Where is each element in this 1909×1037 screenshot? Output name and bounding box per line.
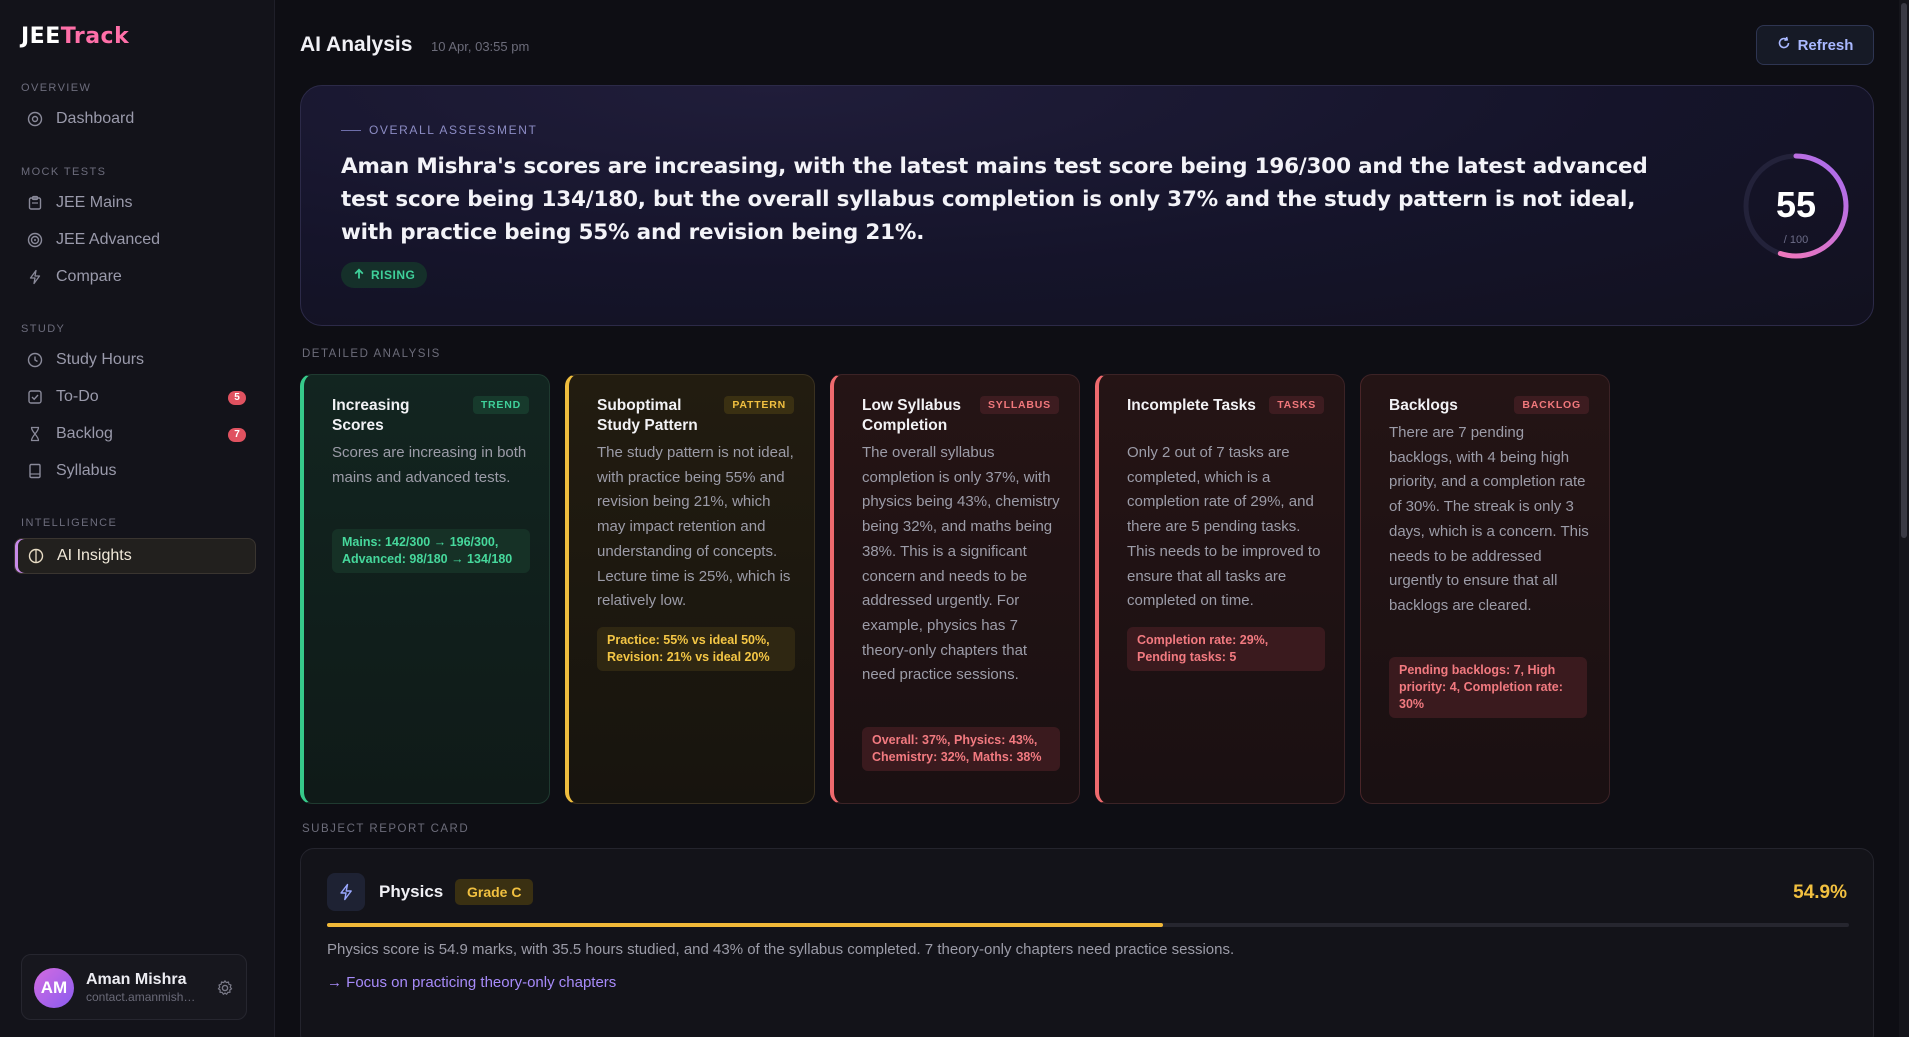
label-rule <box>341 129 361 131</box>
section-label-intelligence: INTELLIGENCE <box>21 517 118 529</box>
refresh-button[interactable]: Refresh <box>1756 25 1874 65</box>
checkbox-icon <box>26 388 44 406</box>
sidebar-item-label: JEE Mains <box>56 194 133 211</box>
insight-card-backlog: Backlogs BACKLOG There are 7 pending bac… <box>1360 374 1610 804</box>
card-metric: Practice: 55% vs ideal 50%, Revision: 21… <box>597 627 795 671</box>
sidebar-item-label: Compare <box>56 268 122 285</box>
subject-report-heading: SUBJECT REPORT CARD <box>302 823 470 835</box>
hourglass-icon <box>26 425 44 443</box>
page-title: AI Analysis <box>300 33 413 56</box>
card-tag: TASKS <box>1269 396 1324 414</box>
section-label-study: STUDY <box>21 323 66 335</box>
assessment-summary: Aman Mishra's scores are increasing, wit… <box>341 154 1648 245</box>
main-content: AI Analysis 10 Apr, 03:55 pm Refresh OVE… <box>275 0 1909 1037</box>
sidebar-item-label: AI Insights <box>57 547 132 564</box>
user-profile-card[interactable]: AM Aman Mishra contact.amanmishr... <box>21 954 247 1020</box>
arrow-up-icon <box>353 268 365 283</box>
backlog-count-badge: 7 <box>228 428 246 442</box>
app-logo[interactable]: JEETrack <box>21 24 129 49</box>
card-metric: Overall: 37%, Physics: 43%, Chemistry: 3… <box>862 727 1060 771</box>
card-title: Backlogs <box>1389 397 1458 414</box>
card-metric: Completion rate: 29%, Pending tasks: 5 <box>1127 627 1325 671</box>
sidebar-item-syllabus[interactable]: Syllabus <box>14 453 256 489</box>
sidebar-item-label: Syllabus <box>56 462 117 479</box>
card-body: Only 2 out of 7 tasks are completed, whi… <box>1127 444 1321 610</box>
score-max: / 100 <box>1783 234 1809 246</box>
sidebar-item-label: Dashboard <box>56 110 135 127</box>
subject-percent: 54.9% <box>1793 882 1847 903</box>
grade-badge: Grade C <box>455 879 534 905</box>
assessment-label: OVERALL ASSESSMENT <box>341 123 537 137</box>
sidebar-item-label: JEE Advanced <box>56 231 161 248</box>
sidebar-item-label: Study Hours <box>56 351 145 368</box>
card-metric: Pending backlogs: 7, High priority: 4, C… <box>1389 657 1587 718</box>
target-icon <box>26 231 44 249</box>
book-icon <box>26 462 44 480</box>
score-value: 55 <box>1775 184 1817 225</box>
sidebar-item-label: To-Do <box>56 388 99 405</box>
trend-badge: RISING <box>341 262 428 288</box>
insight-card-pattern: Suboptimal Study Pattern PATTERN The stu… <box>565 374 815 804</box>
page-timestamp: 10 Apr, 03:55 pm <box>431 39 530 54</box>
sidebar-item-study-hours[interactable]: Study Hours <box>14 342 256 378</box>
bulb-icon <box>27 547 45 565</box>
card-title: Increasing Scores <box>332 397 410 434</box>
avatar: AM <box>34 968 74 1008</box>
insight-card-tasks: Incomplete Tasks TASKS Only 2 out of 7 t… <box>1095 374 1345 804</box>
assessment-label-text: OVERALL ASSESSMENT <box>369 123 538 137</box>
section-label-overview: OVERVIEW <box>21 82 92 94</box>
subject-report-card: Physics Grade C 54.9% Physics score is 5… <box>300 848 1874 1037</box>
card-tag: PATTERN <box>724 396 794 414</box>
sidebar-item-dashboard[interactable]: Dashboard <box>14 101 256 137</box>
subject-description: Physics score is 54.9 marks, with 35.5 h… <box>327 941 1235 958</box>
card-tag: SYLLABUS <box>980 396 1059 414</box>
card-title: Incomplete Tasks <box>1127 397 1256 414</box>
sidebar-item-backlog[interactable]: Backlog 7 <box>14 416 256 452</box>
card-body: Scores are increasing in both mains and … <box>332 444 527 486</box>
clipboard-icon <box>26 194 44 212</box>
logo-text-primary: JEE <box>21 24 61 49</box>
todo-count-badge: 5 <box>228 391 246 405</box>
detailed-analysis-heading: DETAILED ANALYSIS <box>302 348 441 360</box>
sidebar-item-label: Backlog <box>56 425 113 442</box>
main-scrollbar[interactable] <box>1899 0 1909 1037</box>
sidebar-item-ai-insights[interactable]: AI Insights <box>14 538 256 574</box>
card-tag: TREND <box>472 396 529 414</box>
subject-progress-bar <box>327 923 1849 927</box>
section-label-mock-tests: MOCK TESTS <box>21 166 107 178</box>
bolt-icon <box>26 268 44 286</box>
insight-card-syllabus: Low Syllabus Completion SYLLABUS The ove… <box>830 374 1080 804</box>
subject-action-link[interactable]: → Focus on practicing theory-only chapte… <box>327 974 616 991</box>
card-body: There are 7 pending backlogs, with 4 bei… <box>1389 424 1589 614</box>
sidebar: JEETrack OVERVIEW Dashboard MOCK TESTS J… <box>0 0 275 1037</box>
card-tag: BACKLOG <box>1514 396 1589 414</box>
dashboard-icon <box>26 110 44 128</box>
gear-icon[interactable] <box>216 979 234 997</box>
bolt-icon <box>327 873 365 911</box>
refresh-label: Refresh <box>1797 36 1854 54</box>
card-metric: Mains: 142/300 → 196/300, Advanced: 98/1… <box>332 529 530 573</box>
card-body: The study pattern is not ideal, with pra… <box>597 444 794 610</box>
subject-name: Physics <box>379 882 444 901</box>
user-email: contact.amanmishr... <box>86 990 196 1004</box>
scrollbar-thumb[interactable] <box>1901 3 1907 538</box>
card-body: The overall syllabus completion is only … <box>862 444 1060 684</box>
sidebar-item-jee-advanced[interactable]: JEE Advanced <box>14 222 256 258</box>
trend-label: RISING <box>371 268 416 282</box>
user-name: Aman Mishra <box>86 971 187 988</box>
sidebar-item-compare[interactable]: Compare <box>14 259 256 295</box>
sidebar-item-jee-mains[interactable]: JEE Mains <box>14 185 256 221</box>
clock-icon <box>26 351 44 369</box>
refresh-icon <box>1777 36 1791 54</box>
card-title: Suboptimal Study Pattern <box>597 397 698 434</box>
subject-progress-fill <box>327 923 1163 927</box>
card-title: Low Syllabus Completion <box>862 397 962 434</box>
insight-card-trend: Increasing Scores TREND Scores are incre… <box>300 374 550 804</box>
sidebar-item-to-do[interactable]: To-Do 5 <box>14 379 256 415</box>
logo-text-accent: Track <box>60 24 130 49</box>
overall-assessment-panel: OVERALL ASSESSMENT Aman Mishra's scores … <box>300 85 1874 326</box>
